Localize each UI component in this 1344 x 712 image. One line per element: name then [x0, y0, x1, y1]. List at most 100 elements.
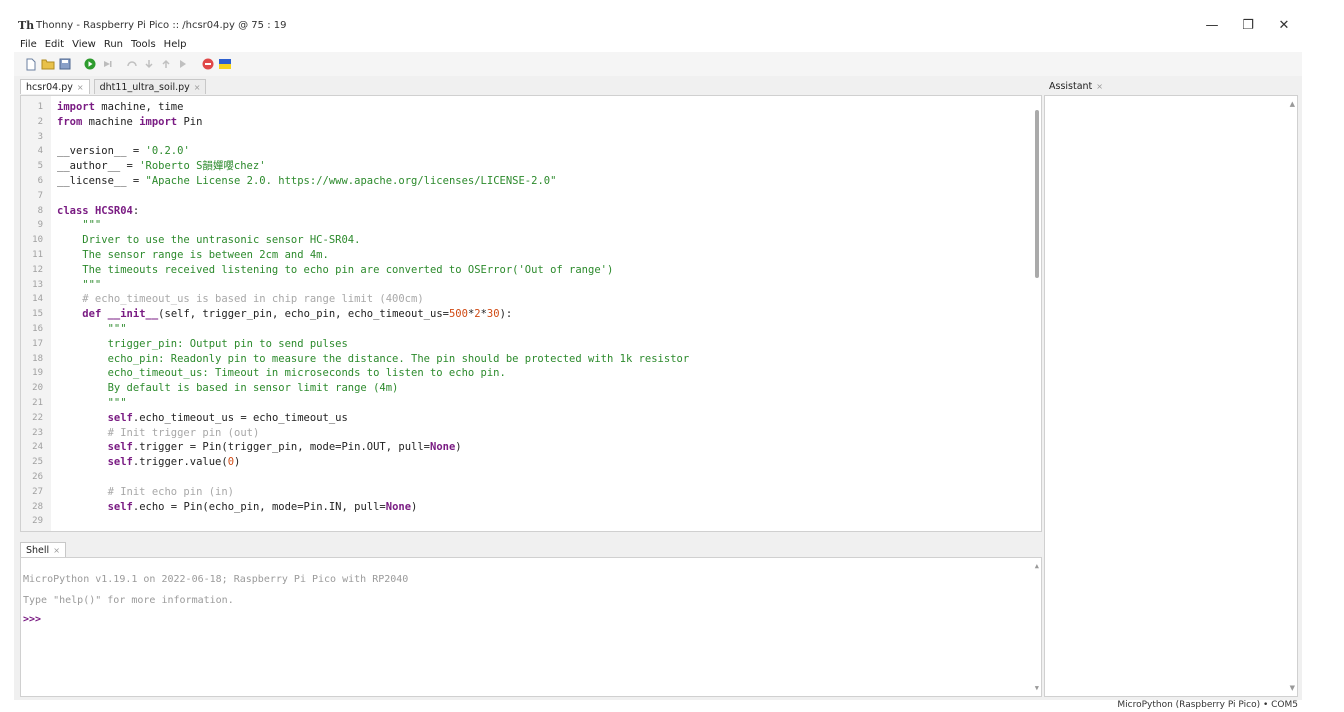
code-line[interactable]: 27 # Init echo pin (in) — [21, 485, 1021, 500]
tab-close-icon[interactable]: × — [77, 83, 84, 92]
code-line[interactable]: 21 """ — [21, 396, 1021, 411]
menu-edit[interactable]: Edit — [45, 39, 64, 50]
code-line[interactable]: 15 def __init__(self, trigger_pin, echo_… — [21, 307, 1021, 322]
resume-button[interactable] — [176, 57, 190, 71]
tab-close-icon[interactable]: × — [194, 83, 201, 92]
code-line-text: from machine import Pin — [51, 115, 202, 130]
code-line[interactable]: 14 # echo_timeout_us is based in chip ra… — [21, 292, 1021, 307]
tab-hcsr04[interactable]: hcsr04.py × — [20, 79, 90, 94]
code-line-text: echo_timeout_us: Timeout in microseconds… — [51, 366, 506, 381]
new-file-button[interactable] — [24, 57, 38, 71]
code-line[interactable]: 12 The timeouts received listening to ec… — [21, 263, 1021, 278]
menu-file[interactable]: File — [20, 39, 37, 50]
debug-button[interactable] — [100, 57, 114, 71]
line-number: 27 — [32, 486, 43, 497]
code-token: self — [107, 500, 133, 513]
line-number: 5 — [37, 161, 43, 172]
code-line[interactable]: 19 echo_timeout_us: Timeout in microseco… — [21, 366, 1021, 381]
editor-scrollbar[interactable] — [1033, 96, 1039, 531]
thonny-logo: Th — [18, 18, 35, 32]
step-over-button[interactable] — [125, 57, 139, 71]
line-number: 22 — [32, 412, 43, 423]
code-line[interactable]: 13 """ — [21, 278, 1021, 293]
menu-view[interactable]: View — [72, 39, 96, 50]
code-line[interactable]: 9 """ — [21, 218, 1021, 233]
menu-tools[interactable]: Tools — [131, 39, 156, 50]
code-line[interactable]: 6 __license__ = "Apache License 2.0. http… — [21, 174, 1021, 189]
stop-button[interactable] — [201, 57, 215, 71]
assistant-scroll-down-icon[interactable]: ▼ — [1290, 684, 1295, 692]
line-number: 14 — [32, 294, 43, 305]
tab-dht11-ultra-soil[interactable]: dht11_ultra_soil.py × — [93, 79, 207, 94]
status-bar-interpreter[interactable]: MicroPython (Raspberry Pi Pico) • COM5 — [1117, 700, 1298, 712]
menu-run[interactable]: Run — [104, 39, 123, 50]
code-line[interactable]: 8 class HCSR04: — [21, 204, 1021, 219]
minimize-button[interactable]: — — [1194, 14, 1230, 36]
code-line[interactable]: 1 import machine, time — [21, 100, 1021, 115]
code-line[interactable]: 18 echo_pin: Readonly pin to measure the… — [21, 352, 1021, 367]
code-token: Driver to use the untrasonic sensor HC-S… — [57, 234, 361, 247]
code-token: "Apache License 2.0. https://www.apache.… — [145, 174, 557, 187]
run-button[interactable] — [83, 57, 97, 71]
code-line[interactable]: 11 The sensor range is between 2cm and 4… — [21, 248, 1021, 263]
code-line[interactable]: 7 — [21, 189, 1021, 204]
code-line-text: # Init echo pin (in) — [51, 485, 234, 500]
code-line[interactable]: 3 — [21, 130, 1021, 145]
code-token: # Init trigger pin (out) — [57, 426, 260, 439]
code-token: (self, trigger_pin, echo_pin, echo_timeo… — [158, 308, 449, 321]
shell-panel[interactable]: MicroPython v1.19.1 on 2022-06-18; Raspb… — [20, 557, 1042, 697]
shell-prompt[interactable]: >>> — [23, 614, 41, 625]
tab-close-icon[interactable]: × — [1096, 82, 1103, 91]
code-line[interactable]: 16 """ — [21, 322, 1021, 337]
code-line[interactable]: 2 from machine import Pin — [21, 115, 1021, 130]
code-token: class — [57, 204, 89, 217]
assistant-scroll-up-icon[interactable]: ▲ — [1290, 100, 1295, 108]
code-token: trigger_pin: Output pin to send pulses — [57, 337, 348, 350]
shell-scroll-up-icon[interactable]: ▲ — [1035, 562, 1039, 570]
code-line[interactable]: 25 self.trigger.value(0) — [21, 455, 1021, 470]
restore-button[interactable]: ❐ — [1230, 14, 1266, 36]
code-token: 'Roberto S韻嬋嚶chez' — [139, 160, 266, 173]
code-line[interactable]: 29 — [21, 514, 1021, 529]
window-title: Thonny - Raspberry Pi Pico :: /hcsr04.py… — [36, 19, 287, 31]
code-line[interactable]: 20 By default is based in sensor limit r… — [21, 381, 1021, 396]
code-token: machine — [82, 115, 140, 128]
code-line[interactable]: 28 self.echo = Pin(echo_pin, mode=Pin.IN… — [21, 500, 1021, 515]
tab-close-icon[interactable]: × — [53, 546, 60, 555]
code-line[interactable]: 5 __author__ = 'Roberto S韻嬋嚶chez' — [21, 159, 1021, 174]
new-file-icon — [26, 58, 36, 70]
menu-bar: File Edit View Run Tools Help — [14, 36, 1302, 52]
editor-scrollbar-thumb[interactable] — [1035, 110, 1039, 278]
code-token: 30 — [486, 308, 500, 321]
code-line[interactable]: 23 # Init trigger pin (out) — [21, 426, 1021, 441]
line-number: 13 — [32, 279, 43, 290]
code-line[interactable]: 26 — [21, 470, 1021, 485]
step-into-button[interactable] — [142, 57, 156, 71]
code-line[interactable]: 22 self.echo_timeout_us = echo_timeout_u… — [21, 411, 1021, 426]
tab-shell[interactable]: Shell × — [20, 542, 66, 557]
code-line[interactable]: 24 self.trigger = Pin(trigger_pin, mode=… — [21, 440, 1021, 455]
line-number: 23 — [32, 427, 43, 438]
code-line-text: class HCSR04: — [51, 204, 139, 219]
debug-icon — [104, 61, 112, 67]
close-button[interactable]: ✕ — [1266, 14, 1302, 36]
step-out-button[interactable] — [159, 57, 173, 71]
shell-scroll-down-icon[interactable]: ▼ — [1035, 684, 1039, 692]
support-ukraine-button[interactable] — [218, 57, 232, 71]
code-line-text: __license__ = "Apache License 2.0. https… — [51, 174, 556, 189]
code-line[interactable]: 4 __version__ = '0.2.0' — [21, 144, 1021, 159]
menu-help[interactable]: Help — [164, 39, 187, 50]
code-line[interactable]: 17 trigger_pin: Output pin to send pulse… — [21, 337, 1021, 352]
tab-assistant[interactable]: Assistant × — [1044, 79, 1108, 94]
code-line[interactable]: 10 Driver to use the untrasonic sensor H… — [21, 233, 1021, 248]
code-line-text: echo_pin: Readonly pin to measure the di… — [51, 352, 690, 367]
save-button[interactable] — [58, 57, 72, 71]
code-editor[interactable]: 1 import machine, time 2 from machine impor… — [20, 95, 1042, 532]
line-number: 18 — [32, 353, 43, 364]
line-number: 9 — [37, 220, 43, 231]
line-number: 1 — [37, 102, 43, 112]
line-number: 21 — [32, 397, 43, 408]
open-file-button[interactable] — [41, 57, 55, 71]
code-text[interactable]: 1 import machine, time 2 from machine impor… — [21, 100, 1021, 529]
